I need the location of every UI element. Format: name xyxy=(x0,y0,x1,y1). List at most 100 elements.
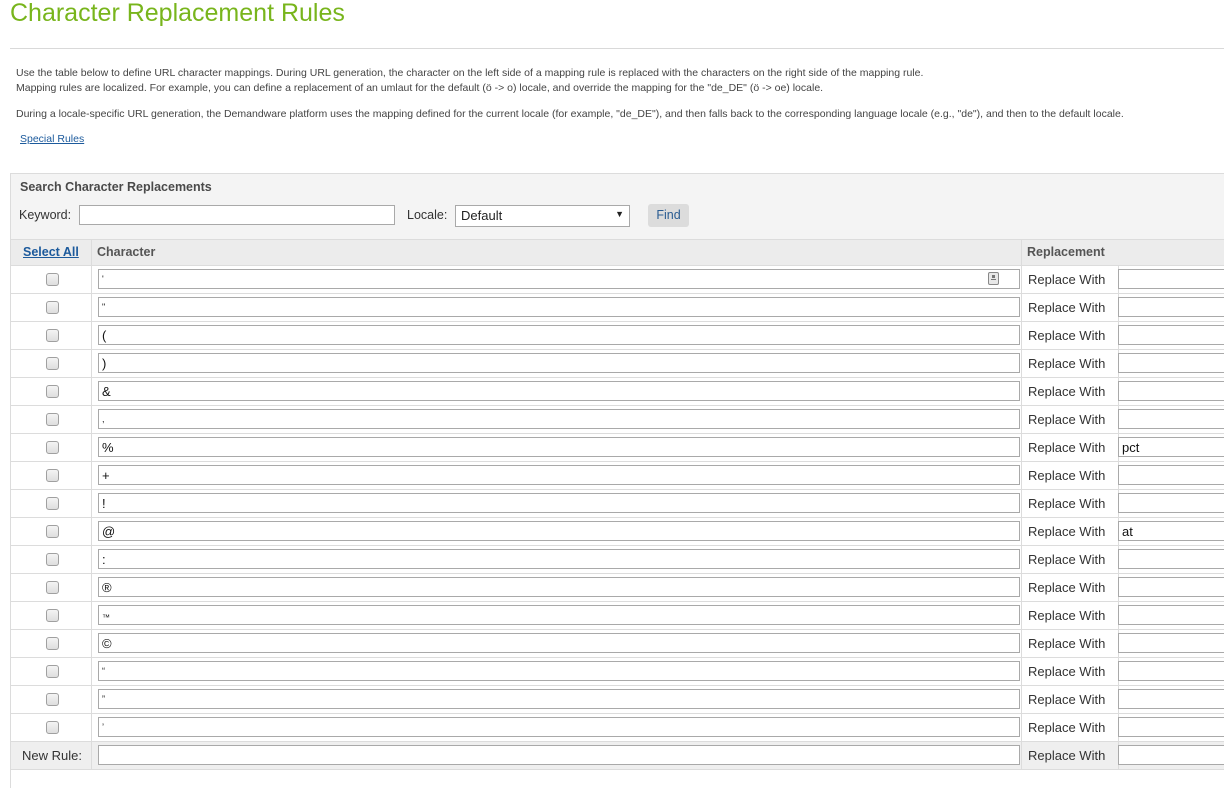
row-select-cell xyxy=(11,602,92,629)
character-input[interactable]: @ xyxy=(98,521,1020,541)
replace-with-cell: Replace With xyxy=(1021,490,1119,517)
input-assist-icon[interactable] xyxy=(988,272,999,285)
character-input[interactable]: + xyxy=(98,465,1020,485)
intro-line-2: Mapping rules are localized. For example… xyxy=(16,82,824,94)
character-input[interactable]: ” xyxy=(98,689,1020,709)
new-rule-character-input[interactable] xyxy=(98,745,1020,765)
row-select-cell xyxy=(11,686,92,713)
replace-with-cell: Replace With xyxy=(1021,294,1119,321)
special-rules-link[interactable]: Special Rules xyxy=(20,133,84,145)
character-input[interactable]: " xyxy=(98,297,1020,317)
character-input[interactable]: “ xyxy=(98,661,1020,681)
character-input[interactable]: ® xyxy=(98,577,1020,597)
replacement-input[interactable] xyxy=(1118,465,1224,485)
locale-select[interactable]: Default ▼ xyxy=(455,205,630,227)
table-footer-space xyxy=(11,770,1224,788)
row-checkbox[interactable] xyxy=(46,385,59,398)
table-row: ) Replace With xyxy=(11,350,1224,378)
character-input[interactable]: ' xyxy=(98,269,1020,289)
character-input[interactable]: ’ xyxy=(98,717,1020,737)
row-checkbox[interactable] xyxy=(46,721,59,734)
row-checkbox[interactable] xyxy=(46,357,59,370)
column-divider xyxy=(1021,240,1022,265)
character-input[interactable]: ) xyxy=(98,353,1020,373)
replacement-input[interactable] xyxy=(1118,353,1224,373)
row-checkbox[interactable] xyxy=(46,665,59,678)
table-row: ” Replace With xyxy=(11,686,1224,714)
dropdown-arrow-icon: ▼ xyxy=(615,209,624,219)
character-input[interactable]: % xyxy=(98,437,1020,457)
replace-with-label: Replace With xyxy=(1028,608,1106,623)
character-input[interactable]: & xyxy=(98,381,1020,401)
title-divider xyxy=(10,48,1224,49)
row-checkbox[interactable] xyxy=(46,609,59,622)
find-button[interactable]: Find xyxy=(648,204,689,227)
character-input[interactable]: : xyxy=(98,549,1020,569)
row-checkbox[interactable] xyxy=(46,497,59,510)
replacement-input[interactable] xyxy=(1118,381,1224,401)
replacement-input[interactable] xyxy=(1118,297,1224,317)
row-select-cell xyxy=(11,350,92,377)
replace-with-cell: Replace With xyxy=(1021,602,1119,629)
row-checkbox[interactable] xyxy=(46,469,59,482)
row-checkbox[interactable] xyxy=(46,273,59,286)
character-replacement-table: Select All Character Replacement ' Replac… xyxy=(10,239,1224,788)
replace-with-label: Replace With xyxy=(1028,664,1106,679)
row-select-cell xyxy=(11,406,92,433)
replacement-input[interactable] xyxy=(1118,493,1224,513)
row-checkbox[interactable] xyxy=(46,525,59,538)
keyword-label: Keyword: xyxy=(19,208,72,222)
replace-with-label: Replace With xyxy=(1028,468,1106,483)
row-select-cell xyxy=(11,630,92,657)
locale-selected-value: Default xyxy=(461,208,503,223)
replacement-input[interactable]: pct xyxy=(1118,437,1224,457)
row-checkbox[interactable] xyxy=(46,301,59,314)
table-row: ' Replace With xyxy=(11,266,1224,294)
replacement-input[interactable] xyxy=(1118,689,1224,709)
row-checkbox[interactable] xyxy=(46,329,59,342)
search-panel: Search Character Replacements Keyword: L… xyxy=(10,173,1224,241)
replacement-input[interactable] xyxy=(1118,409,1224,429)
replace-with-cell: Replace With xyxy=(1021,462,1119,489)
character-input[interactable]: ! xyxy=(98,493,1020,513)
row-select-cell xyxy=(11,574,92,601)
new-rule-replacement-input[interactable] xyxy=(1118,745,1224,765)
row-checkbox[interactable] xyxy=(46,441,59,454)
replacement-input[interactable] xyxy=(1118,661,1224,681)
replace-with-cell: Replace With xyxy=(1021,546,1119,573)
replacement-input[interactable] xyxy=(1118,605,1224,625)
row-checkbox[interactable] xyxy=(46,413,59,426)
replace-with-cell: Replace With xyxy=(1021,742,1119,769)
replacement-input[interactable] xyxy=(1118,549,1224,569)
row-checkbox[interactable] xyxy=(46,693,59,706)
table-row: “ Replace With xyxy=(11,658,1224,686)
replace-with-cell: Replace With xyxy=(1021,574,1119,601)
select-all-link[interactable]: Select All xyxy=(23,245,79,259)
character-input[interactable]: , xyxy=(98,409,1020,429)
replacement-input[interactable] xyxy=(1118,633,1224,653)
table-row: (Replace With xyxy=(11,322,1224,350)
row-checkbox[interactable] xyxy=(46,581,59,594)
character-input[interactable]: © xyxy=(98,633,1020,653)
replacement-input[interactable] xyxy=(1118,325,1224,345)
row-checkbox[interactable] xyxy=(46,553,59,566)
replacement-input[interactable] xyxy=(1118,577,1224,597)
table-row: % Replace With pct xyxy=(11,434,1224,462)
row-select-cell xyxy=(11,714,92,741)
row-select-cell xyxy=(11,266,92,293)
replacement-input[interactable] xyxy=(1118,269,1224,289)
row-select-cell xyxy=(11,294,92,321)
replacement-input[interactable]: at xyxy=(1118,521,1224,541)
replace-with-label: Replace With xyxy=(1028,300,1106,315)
character-input[interactable]: ( xyxy=(98,325,1020,345)
row-select-cell xyxy=(11,518,92,545)
character-input[interactable]: ™ xyxy=(98,605,1020,625)
replace-with-label: Replace With xyxy=(1028,720,1106,735)
row-checkbox[interactable] xyxy=(46,637,59,650)
table-row: & Replace With xyxy=(11,378,1224,406)
replace-with-label: Replace With xyxy=(1028,272,1106,287)
keyword-input[interactable] xyxy=(79,205,395,225)
replacement-input[interactable] xyxy=(1118,717,1224,737)
replace-with-cell: Replace With xyxy=(1021,518,1119,545)
page-title: Character Replacement Rules xyxy=(10,0,345,27)
